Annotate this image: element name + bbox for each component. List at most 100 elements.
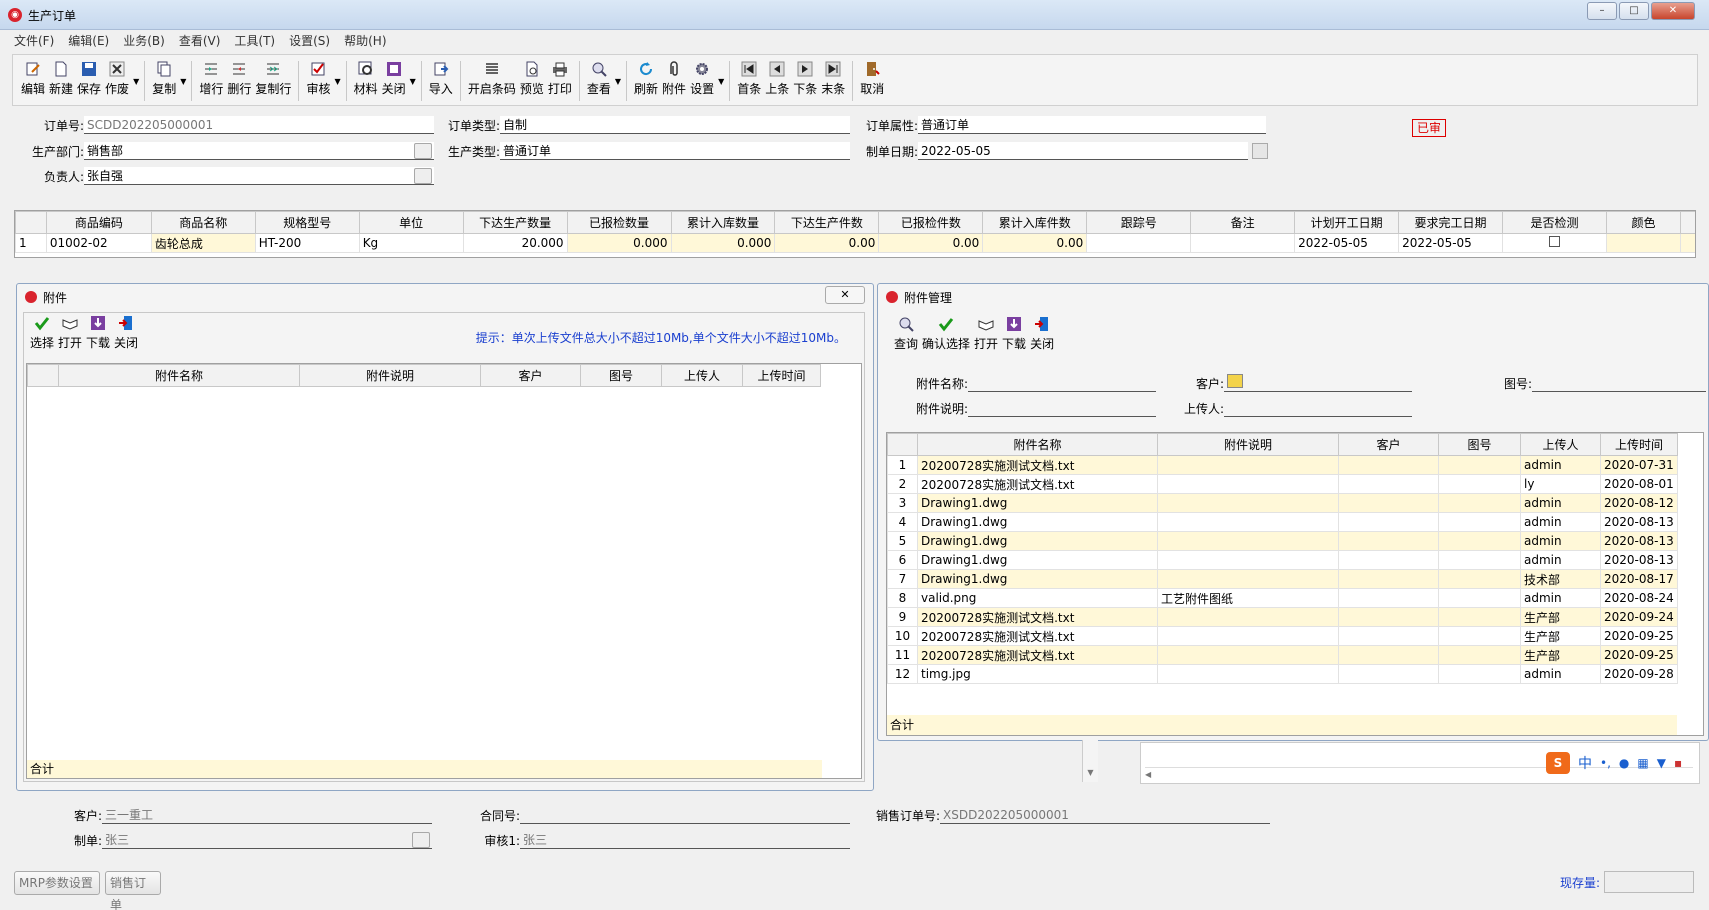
- prod-type-value[interactable]: 普通订单: [500, 142, 850, 160]
- owner-value[interactable]: 张自强: [84, 167, 434, 185]
- col-header[interactable]: 已报检数量: [566, 211, 672, 234]
- close-window-button[interactable]: ✕: [1651, 2, 1695, 20]
- col-header[interactable]: 上传人: [1520, 433, 1601, 456]
- date-value[interactable]: 2022-05-05: [918, 142, 1248, 160]
- table-row[interactable]: 12 timg.jpg admin 2020-09-28: [887, 664, 1678, 684]
- copy-dropdown-icon[interactable]: ▼: [180, 55, 186, 86]
- col-header[interactable]: 是否检测: [1502, 211, 1607, 234]
- table-row[interactable]: 2 20200728实施测试文档.txt ly 2020-08-01: [887, 474, 1678, 494]
- table-row[interactable]: 9 20200728实施测试文档.txt 生产部 2020-09-24: [887, 607, 1678, 627]
- prev-record-button[interactable]: 上条: [765, 55, 789, 105]
- folder-icon[interactable]: [414, 168, 432, 184]
- table-row[interactable]: 4 Drawing1.dwg admin 2020-08-13: [887, 512, 1678, 532]
- calendar-icon[interactable]: [1252, 143, 1268, 159]
- col-header[interactable]: 累计入库件数: [982, 211, 1088, 234]
- material-button[interactable]: 材料: [354, 55, 378, 105]
- menu-business[interactable]: 业务(B): [123, 32, 165, 49]
- menu-file[interactable]: 文件(F): [14, 32, 54, 49]
- order-attr-value[interactable]: 普通订单: [918, 116, 1266, 134]
- scroll-down-arrow-icon[interactable]: ▼: [1082, 740, 1098, 782]
- menu-edit[interactable]: 编辑(E): [68, 32, 109, 49]
- menu-settings[interactable]: 设置(S): [289, 32, 330, 49]
- minimize-button[interactable]: –: [1587, 2, 1617, 20]
- col-header[interactable]: 附件说明: [1157, 433, 1339, 456]
- settings-dropdown-icon[interactable]: ▼: [718, 55, 724, 86]
- menu-view[interactable]: 查看(V): [179, 32, 221, 49]
- col-header[interactable]: 单位: [358, 211, 464, 234]
- keyboard-icon[interactable]: ▦: [1637, 756, 1648, 770]
- filter-customer-input[interactable]: [1224, 374, 1412, 392]
- close-button[interactable]: 关闭: [1030, 314, 1054, 356]
- select-button[interactable]: 选择: [30, 313, 54, 355]
- filter-desc-input[interactable]: [968, 399, 1156, 417]
- preview-button[interactable]: 预览: [520, 55, 544, 105]
- audit-button[interactable]: 审核: [306, 55, 330, 105]
- contract-value[interactable]: [520, 806, 850, 824]
- col-header[interactable]: 累计入库数量: [670, 211, 776, 234]
- col-header[interactable]: 上传时间: [1600, 433, 1678, 456]
- ime-lang-toggle[interactable]: 中: [1578, 753, 1592, 773]
- mrp-settings-button[interactable]: MRP参数设置: [14, 871, 100, 895]
- print-button[interactable]: 打印: [548, 55, 572, 105]
- close-order-button[interactable]: 关闭: [382, 55, 406, 105]
- delete-row-button[interactable]: 删行: [227, 55, 251, 105]
- settings-button[interactable]: 设置: [690, 55, 714, 105]
- dept-value[interactable]: 销售部: [84, 142, 434, 160]
- confirm-select-button[interactable]: 确认选择: [922, 314, 970, 356]
- table-row[interactable]: 5 Drawing1.dwg admin 2020-08-13: [887, 531, 1678, 551]
- copy-row-button[interactable]: 复制行: [255, 55, 291, 105]
- last-record-button[interactable]: 末条: [821, 55, 845, 105]
- refresh-button[interactable]: 刷新: [634, 55, 658, 105]
- filter-uploader-input[interactable]: [1224, 399, 1412, 417]
- punctuation-icon[interactable]: •,: [1600, 756, 1611, 770]
- table-row[interactable]: 10 20200728实施测试文档.txt 生产部 2020-09-25: [887, 626, 1678, 646]
- table-row[interactable]: 8 valid.png 工艺附件图纸 admin 2020-08-24: [887, 588, 1678, 608]
- col-header[interactable]: 跟踪号: [1086, 211, 1192, 234]
- menu-tools[interactable]: 工具(T): [234, 32, 275, 49]
- col-header[interactable]: 计划开工日期: [1294, 211, 1400, 234]
- col-header[interactable]: 商品编码: [45, 211, 152, 234]
- open-button[interactable]: 打开: [58, 313, 82, 355]
- save-button[interactable]: 保存: [77, 55, 101, 105]
- col-header[interactable]: 规格型号: [254, 211, 360, 234]
- import-button[interactable]: 导入: [429, 55, 453, 105]
- table-row[interactable]: 1 20200728实施测试文档.txt admin 2020-07-31: [887, 455, 1678, 475]
- edit-button[interactable]: 编辑: [21, 55, 45, 105]
- filter-name-input[interactable]: [968, 374, 1156, 392]
- table-row[interactable]: 3 Drawing1.dwg admin 2020-08-12: [887, 493, 1678, 513]
- table-row[interactable]: 11 20200728实施测试文档.txt 生产部 2020-09-25: [887, 645, 1678, 665]
- order-no-value[interactable]: SCDD202205000001: [84, 116, 434, 134]
- order-type-value[interactable]: 自制: [500, 116, 850, 134]
- open-button[interactable]: 打开: [974, 314, 998, 356]
- col-header[interactable]: 商品名称: [150, 211, 256, 234]
- col-header[interactable]: 附件说明: [299, 364, 481, 387]
- col-header[interactable]: 上传时间: [742, 364, 821, 387]
- maker-value[interactable]: 张三: [102, 831, 432, 849]
- close-dropdown-icon[interactable]: ▼: [410, 55, 416, 86]
- col-header[interactable]: 颜色: [1605, 211, 1682, 234]
- close-dialog-button[interactable]: ✕: [825, 286, 865, 304]
- tools-grid-icon[interactable]: ▪: [1674, 756, 1682, 770]
- table-row[interactable]: 7 Drawing1.dwg 技术部 2020-08-17: [887, 569, 1678, 589]
- microphone-icon[interactable]: ●: [1619, 756, 1629, 770]
- col-header[interactable]: 图号: [1438, 433, 1521, 456]
- table-row[interactable]: 6 Drawing1.dwg admin 2020-08-13: [887, 550, 1678, 570]
- col-header[interactable]: 备注: [1190, 211, 1296, 234]
- audit-dropdown-icon[interactable]: ▼: [334, 55, 340, 86]
- col-header[interactable]: 图号: [580, 364, 662, 387]
- void-button[interactable]: 作废: [105, 55, 129, 105]
- col-header[interactable]: 上传人: [661, 364, 743, 387]
- add-row-button[interactable]: 增行: [199, 55, 223, 105]
- menu-help[interactable]: 帮助(H): [344, 32, 386, 49]
- next-record-button[interactable]: 下条: [793, 55, 817, 105]
- col-header[interactable]: 客户: [480, 364, 581, 387]
- void-dropdown-icon[interactable]: ▼: [133, 55, 139, 86]
- new-button[interactable]: 新建: [49, 55, 73, 105]
- table-row[interactable]: 1 01002-02 齿轮总成 HT-200 Kg 20.000 0.000 0…: [15, 233, 1695, 253]
- col-header[interactable]: 附件名称: [917, 433, 1158, 456]
- sales-order-button[interactable]: 销售订单: [105, 871, 161, 910]
- copy-button[interactable]: 复制: [152, 55, 176, 105]
- col-header[interactable]: 附件名称: [58, 364, 300, 387]
- folder-icon[interactable]: [1227, 374, 1243, 388]
- barcode-button[interactable]: 开启条码: [468, 55, 516, 105]
